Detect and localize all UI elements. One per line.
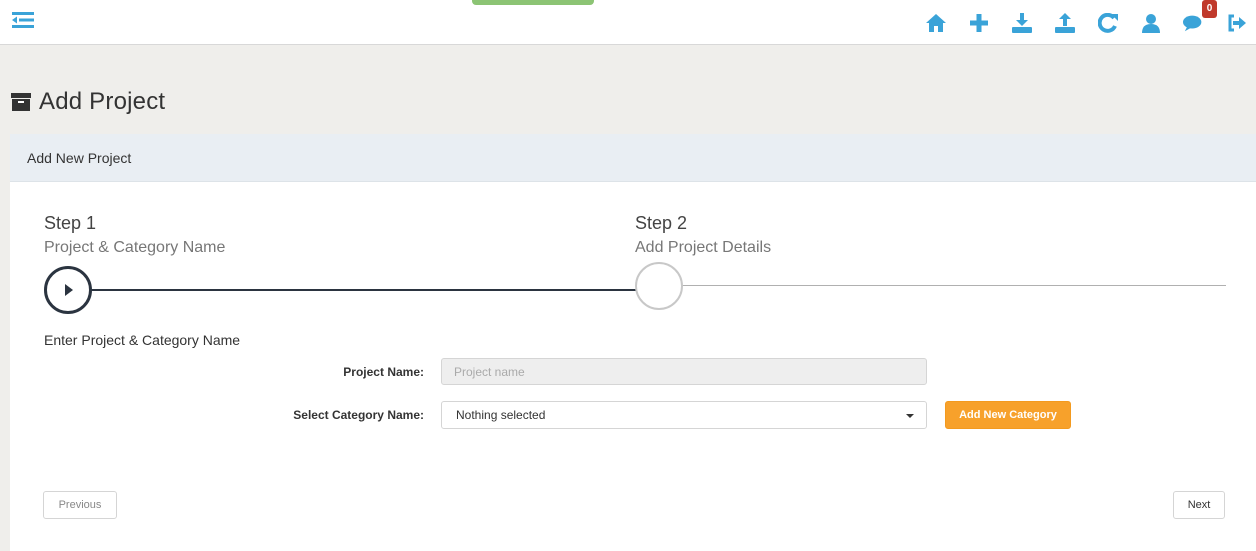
top-navbar: 0 bbox=[0, 0, 1256, 45]
step-2-subtitle: Add Project Details bbox=[635, 239, 772, 256]
page-header-area bbox=[0, 46, 1256, 134]
play-icon bbox=[65, 284, 73, 296]
caret-down-icon bbox=[906, 414, 914, 418]
loading-indicator bbox=[472, 0, 594, 5]
page-title-wrap: Add Project bbox=[11, 88, 165, 116]
notification-badge: 0 bbox=[1202, 0, 1217, 18]
project-name-input[interactable] bbox=[441, 358, 927, 385]
section-label: Enter Project & Category Name bbox=[44, 332, 241, 348]
step-1-title: Step 1 bbox=[44, 213, 97, 233]
archive-icon bbox=[11, 93, 31, 111]
plus-icon[interactable] bbox=[968, 12, 990, 34]
project-name-label: Project Name: bbox=[343, 365, 424, 379]
step-2-title: Step 2 bbox=[635, 213, 688, 233]
previous-button[interactable]: Previous bbox=[43, 491, 117, 519]
sidebar-toggle-icon[interactable] bbox=[12, 10, 34, 30]
step-2-indicator[interactable] bbox=[635, 262, 683, 310]
logout-icon[interactable] bbox=[1226, 12, 1248, 34]
refresh-icon[interactable] bbox=[1097, 12, 1119, 34]
next-button[interactable]: Next bbox=[1173, 491, 1225, 519]
add-new-category-button[interactable]: Add New Category bbox=[945, 401, 1071, 429]
user-icon[interactable] bbox=[1140, 12, 1162, 34]
category-selected-value: Nothing selected bbox=[456, 408, 546, 422]
add-project-panel: Add New Project Step 1 Project & Categor… bbox=[10, 134, 1256, 551]
download-icon[interactable] bbox=[1011, 12, 1033, 34]
progress-line-pending bbox=[682, 285, 1226, 286]
category-select[interactable]: Nothing selected bbox=[441, 401, 927, 429]
panel-heading: Add New Project bbox=[10, 134, 1256, 182]
chat-icon[interactable]: 0 bbox=[1183, 0, 1217, 34]
progress-line-complete bbox=[91, 289, 636, 291]
home-icon[interactable] bbox=[925, 12, 947, 34]
category-label: Select Category Name: bbox=[293, 408, 424, 422]
toolbar: 0 bbox=[904, 0, 1248, 45]
page-title: Add Project bbox=[39, 88, 166, 115]
upload-icon[interactable] bbox=[1054, 12, 1076, 34]
step-1-indicator[interactable] bbox=[44, 266, 92, 314]
step-1-subtitle: Project & Category Name bbox=[44, 239, 226, 256]
